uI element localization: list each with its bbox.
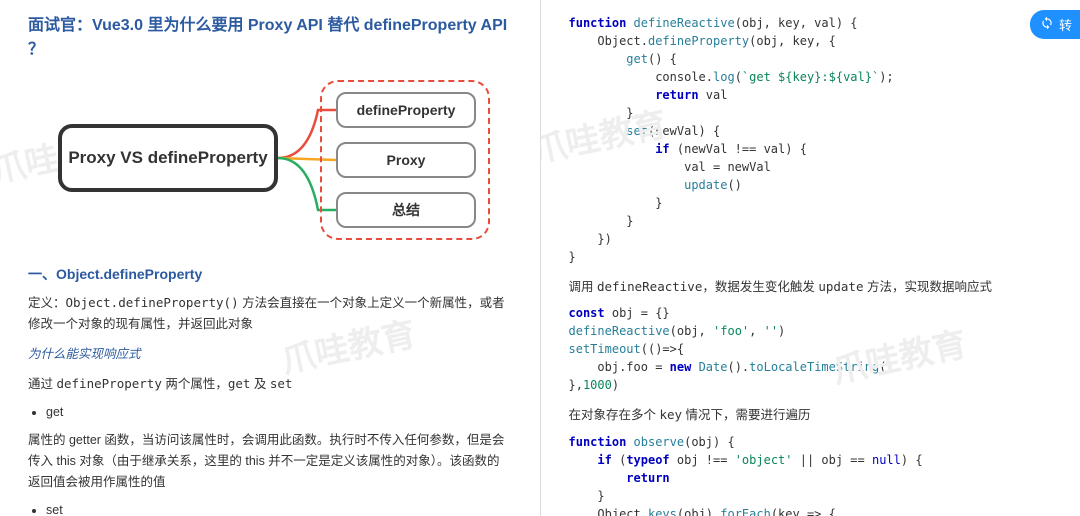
left-column: 爪哇教育 爪哇教育 面试官：Vue3.0 里为什么要用 Proxy API 替代… xyxy=(0,0,541,516)
definition-paragraph: 定义：Object.defineProperty() 方法会直接在一个对象上定义… xyxy=(28,292,512,336)
paragraph-call-definereactive: 调用 defineReactive，数据发生变化触发 update 方法，实现数… xyxy=(569,276,1053,298)
bullet-get: get xyxy=(46,401,512,424)
code-block-3: function observe(obj) { if (typeof obj !… xyxy=(569,433,1053,516)
code-block-1: function defineReactive(obj, key, val) {… xyxy=(569,14,1053,266)
diagram-item-summary: 总结 xyxy=(336,192,476,228)
right-column: 爪哇教育 爪哇教育 function defineReactive(obj, k… xyxy=(541,0,1080,516)
why-reactive-heading: 为什么能实现响应式 xyxy=(28,344,512,365)
convert-icon xyxy=(1040,16,1054,33)
section-heading-defineproperty: 一、Object.defineProperty xyxy=(28,264,512,284)
diagram-item-defineproperty: defineProperty xyxy=(336,92,476,128)
via-paragraph: 通过 defineProperty 两个属性，get 及 set xyxy=(28,373,512,395)
code-block-2: const obj = {} defineReactive(obj, 'foo'… xyxy=(569,304,1053,394)
diagram-item-proxy: Proxy xyxy=(336,142,476,178)
diagram-main-box: Proxy VS defineProperty xyxy=(58,124,278,192)
convert-button-label: 转 xyxy=(1059,15,1072,34)
get-description: 属性的 getter 函数，当访问该属性时，会调用此函数。执行时不传入任何参数，… xyxy=(28,430,512,494)
convert-button[interactable]: 转 xyxy=(1030,10,1080,39)
bullet-set: set xyxy=(46,499,512,516)
article-title: 面试官：Vue3.0 里为什么要用 Proxy API 替代 definePro… xyxy=(28,14,512,62)
concept-diagram: Proxy VS defineProperty defineProperty P… xyxy=(28,76,512,246)
paragraph-multiple-keys: 在对象存在多个 key 情况下，需要进行遍历 xyxy=(569,404,1053,426)
